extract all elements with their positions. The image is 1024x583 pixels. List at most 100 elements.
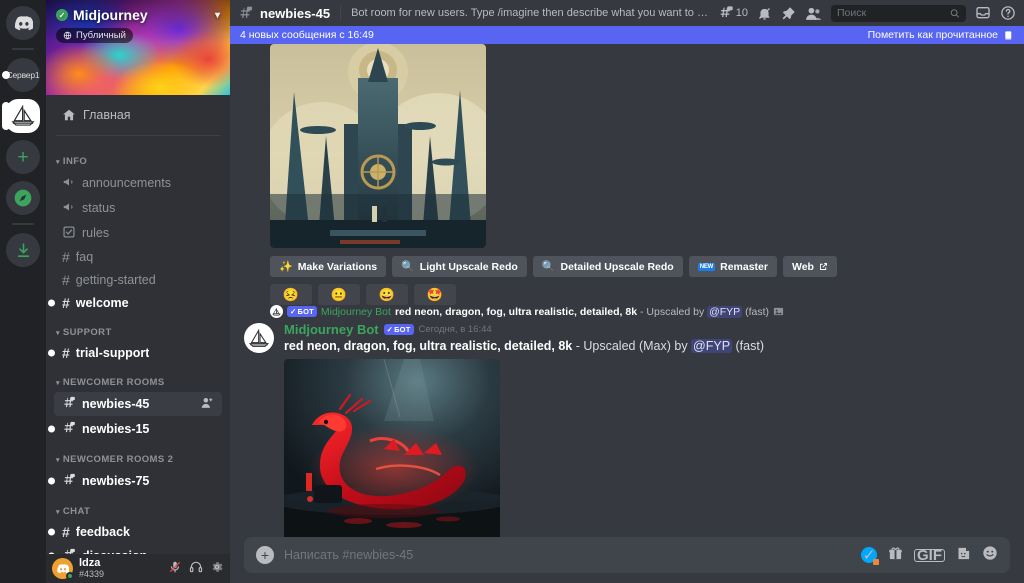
reply-mention[interactable]: @FYP bbox=[707, 306, 742, 318]
globe-icon bbox=[63, 31, 72, 40]
sidebar-item-welcome[interactable]: #welcome bbox=[54, 292, 222, 314]
category-newcomer-rooms-2[interactable]: ▾NEWCOMER ROOMS 2 bbox=[46, 442, 230, 468]
attachment-thumb-icon bbox=[773, 306, 784, 317]
gif-icon[interactable]: GIF bbox=[914, 549, 945, 562]
unread-dot bbox=[48, 426, 55, 433]
sidebar-item-home[interactable]: Главная bbox=[54, 103, 222, 127]
message-timestamp: Сегодня, в 16:44 bbox=[419, 324, 492, 335]
help-icon[interactable] bbox=[1000, 5, 1016, 21]
download-icon bbox=[15, 242, 32, 259]
server-banner[interactable]: ✓ Midjourney ▾ Публичный bbox=[46, 0, 230, 95]
sticker-icon[interactable] bbox=[956, 546, 971, 565]
guild-download[interactable] bbox=[6, 233, 40, 267]
sidebar-item-newbies-45[interactable]: newbies-45 bbox=[54, 392, 222, 416]
sidebar-item-newbies-15[interactable]: newbies-15 bbox=[54, 417, 222, 441]
guild-midjourney[interactable] bbox=[6, 99, 40, 133]
gift-icon[interactable] bbox=[888, 546, 903, 565]
chevron-down-icon: ▾ bbox=[56, 379, 60, 387]
chevron-down-icon[interactable]: ▾ bbox=[215, 10, 220, 21]
channel-name: newbies-75 bbox=[82, 474, 149, 488]
threads-icon[interactable]: 10 bbox=[718, 5, 748, 21]
detailed-upscale-redo-button[interactable]: 🔍 Detailed Upscale Redo bbox=[533, 256, 683, 277]
sidebar-item-announcements[interactable]: announcements bbox=[54, 171, 222, 195]
reply-text: red neon, dragon, fog, ultra realistic, … bbox=[395, 306, 769, 318]
sidebar-item-trial-support[interactable]: #trial-support bbox=[54, 342, 222, 364]
pin-icon[interactable] bbox=[781, 6, 796, 21]
web-button[interactable]: Web bbox=[783, 256, 837, 277]
channel-name: welcome bbox=[76, 296, 129, 310]
category-info[interactable]: ▾INFO bbox=[46, 144, 230, 170]
question-circle-icon bbox=[1000, 5, 1016, 21]
reaction-button[interactable]: 🤩 bbox=[414, 284, 456, 305]
guild-discord-home[interactable] bbox=[6, 6, 40, 40]
status-indicator bbox=[66, 572, 74, 580]
category-chat[interactable]: ▾CHAT bbox=[46, 494, 230, 520]
avatar[interactable] bbox=[244, 323, 274, 353]
guild-add-server[interactable]: + bbox=[6, 140, 40, 174]
sidebar-item-faq[interactable]: #faq bbox=[54, 246, 222, 268]
guild-server1[interactable]: Сервер1 bbox=[6, 58, 40, 92]
add-member-icon[interactable] bbox=[201, 397, 214, 412]
new-messages-bar[interactable]: 4 новых сообщения с 16:49 Пометить как п… bbox=[230, 26, 1024, 44]
bell-off-icon[interactable] bbox=[757, 6, 772, 21]
members-icon[interactable] bbox=[805, 6, 822, 21]
search-box[interactable] bbox=[831, 5, 966, 22]
magnifier-icon: 🔍 bbox=[542, 260, 556, 273]
message-image-dragon[interactable] bbox=[284, 359, 1024, 537]
new-badge-icon: NEW bbox=[698, 263, 715, 271]
hash-icon: # bbox=[62, 249, 70, 265]
avatar[interactable] bbox=[52, 558, 73, 579]
message-speed: (fast) bbox=[732, 339, 764, 353]
public-badge-label: Публичный bbox=[76, 30, 126, 41]
sidebar-item-rules[interactable]: rules bbox=[54, 221, 222, 245]
category-newcomer-rooms[interactable]: ▾NEWCOMER ROOMS bbox=[46, 365, 230, 391]
category-label: NEWCOMER ROOMS bbox=[63, 377, 165, 388]
headphones-icon[interactable] bbox=[189, 560, 203, 577]
add-attachment-button[interactable]: + bbox=[256, 546, 274, 564]
search-input[interactable] bbox=[837, 7, 948, 19]
sidebar-item-status[interactable]: status bbox=[54, 196, 222, 220]
sidebar-item-newbies-75[interactable]: newbies-75 bbox=[54, 469, 222, 493]
sidebar-item-discussion[interactable]: discussion bbox=[54, 544, 222, 554]
remaster-button[interactable]: NEW Remaster bbox=[689, 256, 777, 277]
emoji-icon[interactable] bbox=[982, 545, 998, 565]
sailboat-icon bbox=[272, 308, 281, 316]
reply-author[interactable]: Midjourney Bot bbox=[321, 306, 391, 318]
reaction-button[interactable]: 😐 bbox=[318, 284, 360, 305]
reaction-button[interactable]: 😣 bbox=[270, 284, 312, 305]
hash-thread-icon bbox=[62, 396, 76, 410]
category-support[interactable]: ▾SUPPORT bbox=[46, 315, 230, 341]
rail-divider-2 bbox=[12, 223, 34, 225]
gear-icon[interactable] bbox=[210, 560, 224, 577]
inbox-glyph-icon bbox=[975, 5, 991, 21]
verified-icon: ✓ bbox=[56, 9, 68, 21]
make-variations-button[interactable]: ✨ Make Variations bbox=[270, 256, 386, 277]
main-content: newbies-45 Bot room for new users. Type … bbox=[230, 0, 1024, 583]
sidebar-item-getting-started[interactable]: #getting-started bbox=[54, 269, 222, 291]
guild-explore[interactable] bbox=[6, 181, 40, 215]
message-input[interactable] bbox=[284, 548, 851, 562]
sticker-glyph-icon bbox=[956, 546, 971, 561]
light-upscale-redo-button[interactable]: 🔍 Light Upscale Redo bbox=[392, 256, 527, 277]
nitro-icon[interactable]: ✓ bbox=[861, 547, 877, 563]
reaction-button[interactable]: 😀 bbox=[366, 284, 408, 305]
magnifier-icon: 🔍 bbox=[401, 260, 415, 273]
mark-read-button[interactable]: Пометить как прочитанное bbox=[868, 29, 1014, 41]
channel-topic[interactable]: Bot room for new users. Type /imagine th… bbox=[351, 7, 711, 19]
sidebar-item-feedback[interactable]: #feedback bbox=[54, 521, 222, 543]
server-title-row: ✓ Midjourney ▾ bbox=[56, 7, 220, 23]
reply-reference[interactable]: ✓ БОТ Midjourney Bot red neon, dragon, f… bbox=[270, 305, 1024, 318]
message-author[interactable]: Midjourney Bot bbox=[284, 322, 379, 337]
detailed-upscale-redo-label: Detailed Upscale Redo bbox=[561, 261, 674, 273]
chevron-down-icon: ▾ bbox=[56, 508, 60, 516]
person-plus-icon bbox=[201, 397, 214, 409]
announcement-icon bbox=[62, 200, 76, 214]
message-image-cathedral[interactable] bbox=[270, 44, 1024, 248]
pushpin-icon bbox=[781, 6, 796, 21]
inbox-icon[interactable] bbox=[975, 5, 991, 21]
mic-muted-icon[interactable] bbox=[168, 560, 182, 577]
channel-name: rules bbox=[82, 226, 109, 240]
message-mention[interactable]: @FYP bbox=[691, 339, 732, 353]
user-identity[interactable]: ldza #4339 bbox=[79, 558, 104, 579]
composer-box[interactable]: + ✓ GIF bbox=[244, 537, 1010, 573]
